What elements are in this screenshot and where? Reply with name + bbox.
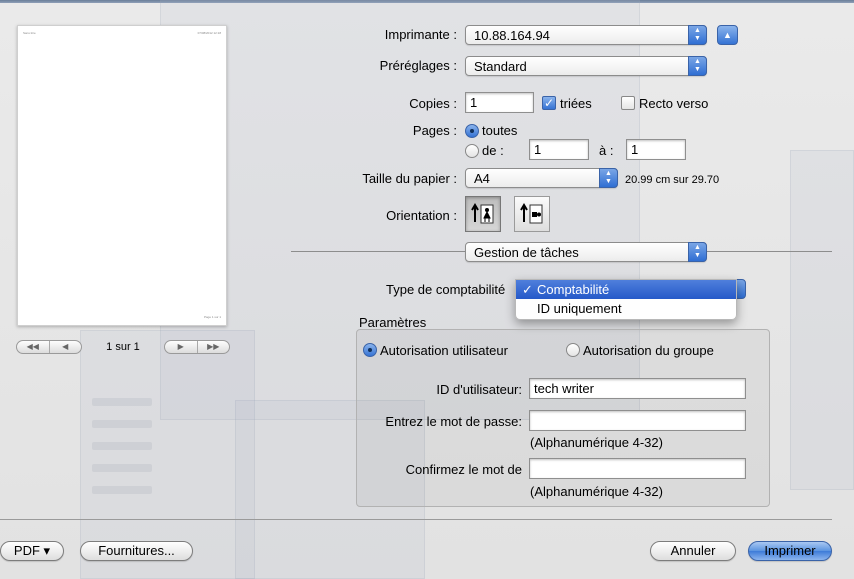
pages-all-label: toutes <box>482 123 518 138</box>
menu-item-label: ID uniquement <box>537 301 622 316</box>
page-indicator: 1 sur 1 <box>106 341 140 353</box>
presets-label: Préréglages : <box>379 58 457 73</box>
collapse-details-button[interactable]: ▲ <box>717 25 738 45</box>
presets-value: Standard <box>474 59 527 74</box>
triangle-up-icon: ▲ <box>723 30 732 40</box>
first-page-button[interactable]: ◀◀ <box>17 341 49 353</box>
checkmark-icon: ✓ <box>522 282 533 297</box>
pages-from-label: de : <box>482 143 504 158</box>
accounting-type-menu: ✓ Comptabilité ID uniquement <box>515 279 737 320</box>
user-auth-radio[interactable] <box>363 343 377 357</box>
copies-label: Copies : <box>409 96 457 111</box>
paper-size-select[interactable]: A4 ▲ ▼ <box>465 168 618 188</box>
collated-label: triées <box>560 96 592 111</box>
printer-value: 10.88.164.94 <box>474 28 550 43</box>
preview-footer: Page 1 sur 1 <box>203 315 221 319</box>
page-preview: Sans titre 07/08/2012 12:18 Page 1 sur 1 <box>17 25 227 326</box>
pages-range-radio[interactable] <box>465 144 479 158</box>
orientation-portrait-button[interactable] <box>465 196 501 232</box>
preview-header-left: Sans titre <box>23 31 36 35</box>
preview-forward-buttons: ▶ ▶▶ <box>164 340 230 354</box>
orientation-label: Orientation : <box>386 208 457 223</box>
bottom-divider <box>0 519 832 520</box>
user-id-label: ID d'utilisateur: <box>436 382 522 397</box>
print-button[interactable]: Imprimer <box>748 541 832 561</box>
menu-item-label: Comptabilité <box>537 282 610 297</box>
menu-item-id-uniquement[interactable]: ID uniquement <box>516 299 736 318</box>
pages-from-field[interactable]: 1 <box>529 139 589 160</box>
pages-label: Pages : <box>412 123 457 138</box>
printer-label: Imprimante : <box>384 27 457 42</box>
collated-checkbox[interactable]: ✓ <box>542 96 556 110</box>
pages-to-field[interactable]: 1 <box>626 139 686 160</box>
printer-select[interactable]: 10.88.164.94 ▲ ▼ <box>465 25 707 45</box>
password-label: Entrez le mot de passe: <box>385 414 522 429</box>
next-page-button[interactable]: ▶ <box>165 341 197 353</box>
section-value: Gestion de tâches <box>474 245 579 260</box>
pages-to-label: à : <box>599 143 614 158</box>
menu-item-comptabilite[interactable]: ✓ Comptabilité <box>516 280 736 299</box>
accounting-type-label: Type de comptabilité <box>386 282 506 297</box>
duplex-checkbox[interactable] <box>621 96 635 110</box>
group-auth-label: Autorisation du groupe <box>583 343 714 358</box>
pages-all-radio[interactable] <box>465 124 479 138</box>
updown-arrows-icon: ▲ ▼ <box>599 168 618 188</box>
preview-header-right: 07/08/2012 12:18 <box>197 31 221 35</box>
duplex-label: Recto verso <box>639 96 709 111</box>
updown-arrows-icon: ▲ ▼ <box>688 56 707 76</box>
background-window-edge <box>790 150 854 490</box>
orientation-landscape-button[interactable] <box>514 196 550 232</box>
portrait-icon <box>471 203 494 224</box>
user-auth-label: Autorisation utilisateur <box>380 343 508 358</box>
checkmark-icon: ✓ <box>543 96 555 110</box>
copies-field[interactable]: 1 <box>465 92 534 113</box>
pdf-button[interactable]: PDF ▾ <box>0 541 64 561</box>
supplies-button[interactable]: Fournitures... <box>80 541 193 561</box>
previous-page-button[interactable]: ◀ <box>48 341 82 353</box>
user-id-field[interactable]: tech writer <box>529 378 746 399</box>
password-hint: (Alphanumérique 4-32) <box>530 435 663 450</box>
section-select[interactable]: Gestion de tâches ▲ ▼ <box>465 242 707 262</box>
paper-size-label: Taille du papier : <box>362 171 457 186</box>
presets-select[interactable]: Standard ▲ ▼ <box>465 56 707 76</box>
paper-dimensions: 20.99 cm sur 29.70 <box>625 174 720 186</box>
confirm-password-field[interactable] <box>529 458 746 479</box>
confirm-password-hint: (Alphanumérique 4-32) <box>530 484 663 499</box>
preview-back-buttons: ◀◀ ◀ <box>16 340 82 354</box>
last-page-button[interactable]: ▶▶ <box>196 341 230 353</box>
confirm-password-label: Confirmez le mot de <box>405 462 522 477</box>
paper-size-value: A4 <box>474 171 490 186</box>
updown-arrows-icon: ▲ ▼ <box>688 25 707 45</box>
landscape-icon <box>520 203 543 224</box>
updown-arrows-icon: ▲ ▼ <box>688 242 707 262</box>
cancel-button[interactable]: Annuler <box>650 541 736 561</box>
password-field[interactable] <box>529 410 746 431</box>
group-auth-radio[interactable] <box>566 343 580 357</box>
